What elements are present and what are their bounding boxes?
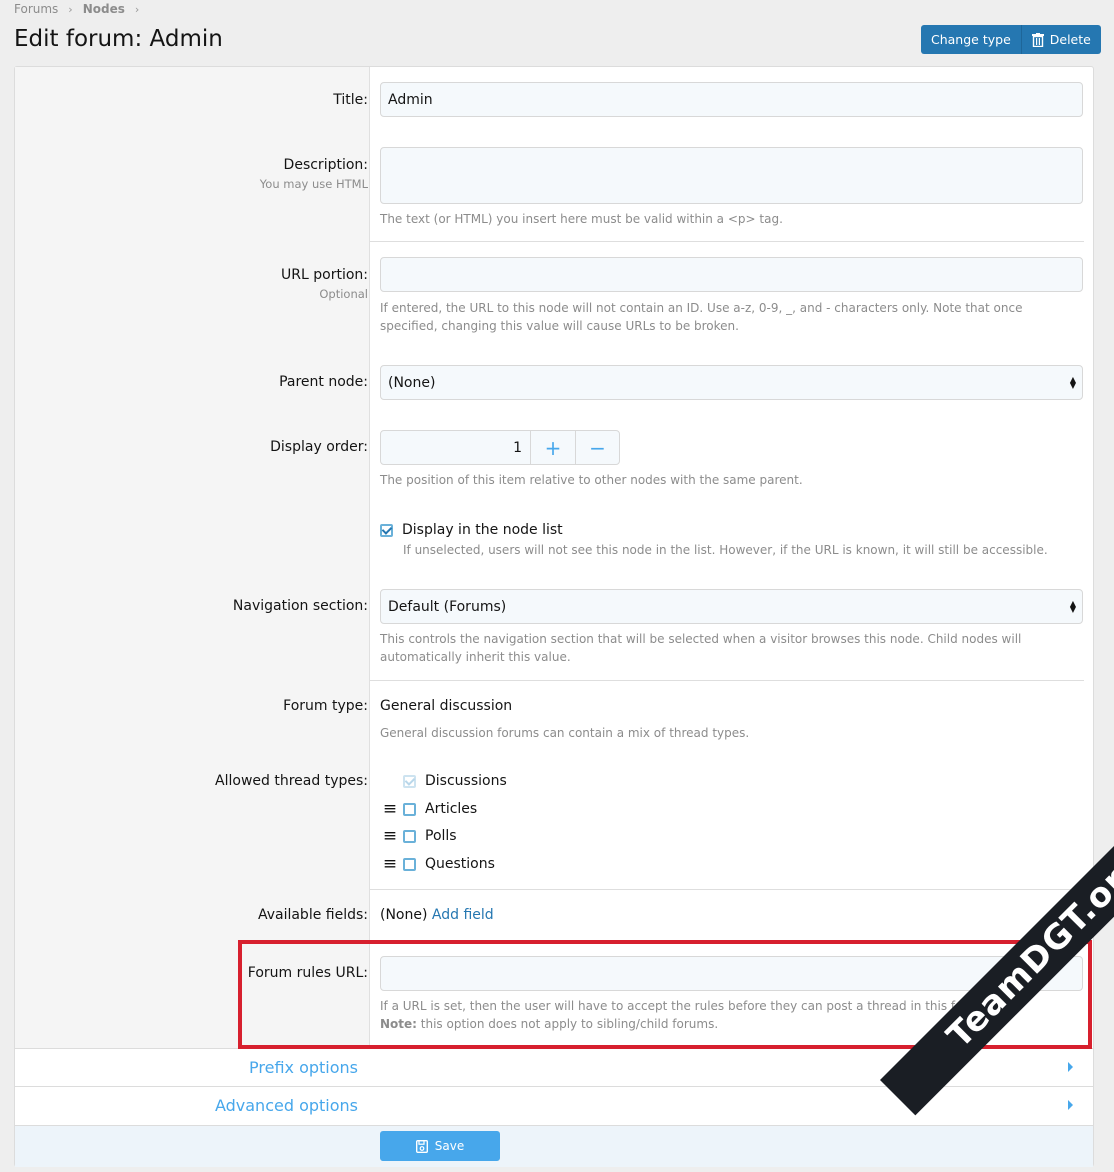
display-order-stepper: 1 + − bbox=[380, 430, 620, 465]
forum-type-label: Forum type: bbox=[283, 698, 368, 714]
breadcrumb-forums[interactable]: Forums bbox=[14, 2, 58, 16]
decrement-button[interactable]: − bbox=[575, 431, 619, 464]
display-in-list-label: Display in the node list bbox=[402, 522, 563, 538]
polls-checkbox[interactable] bbox=[403, 829, 416, 843]
note-label: Note: bbox=[380, 1017, 417, 1031]
thread-type-label: Articles bbox=[425, 801, 478, 817]
forum-type-value: General discussion bbox=[380, 698, 513, 714]
divider bbox=[370, 889, 1084, 890]
navigation-section-explain: This controls the navigation section tha… bbox=[380, 632, 1022, 664]
add-field-link[interactable]: Add field bbox=[432, 907, 494, 923]
prefix-options-label: Prefix options bbox=[249, 1058, 358, 1077]
label-column bbox=[15, 67, 370, 1048]
url-portion-input[interactable] bbox=[380, 257, 1083, 292]
thread-type-discussions: Discussions bbox=[403, 773, 507, 789]
chevron-right-icon: › bbox=[134, 2, 140, 16]
navigation-section-select[interactable]: Default (Forums) ▲ ▼ bbox=[380, 589, 1083, 624]
title-input[interactable]: Admin bbox=[380, 82, 1083, 117]
breadcrumb-nodes[interactable]: Nodes bbox=[83, 2, 125, 16]
select-arrows-icon: ▲ ▼ bbox=[1069, 374, 1076, 390]
thread-type-polls[interactable]: ≡ Polls bbox=[382, 828, 457, 845]
drag-handle-icon[interactable]: ≡ bbox=[382, 856, 398, 873]
note-text: this option does not apply to sibling/ch… bbox=[416, 1017, 719, 1031]
articles-checkbox[interactable] bbox=[403, 802, 416, 816]
description-label: Description: You may use HTML bbox=[28, 157, 368, 191]
display-order-input[interactable]: 1 bbox=[381, 431, 531, 464]
discussions-checkbox bbox=[403, 774, 416, 788]
title-label: Title: bbox=[333, 92, 368, 108]
thread-type-questions[interactable]: ≡ Questions bbox=[382, 856, 495, 873]
divider bbox=[370, 680, 1084, 681]
description-hint: You may use HTML bbox=[259, 177, 368, 191]
available-fields-label: Available fields: bbox=[257, 907, 368, 923]
display-in-list-explain: If unselected, users will not see this n… bbox=[403, 543, 1048, 557]
questions-checkbox[interactable] bbox=[403, 857, 416, 871]
select-arrows-icon: ▲ ▼ bbox=[1069, 598, 1076, 614]
display-in-list-checkbox-row[interactable]: Display in the node list bbox=[380, 522, 563, 538]
available-fields-none: (None) bbox=[380, 907, 428, 923]
breadcrumb: Forums › Nodes › bbox=[14, 0, 139, 18]
action-buttons: Change type Delete bbox=[921, 25, 1101, 54]
change-type-label: Change type bbox=[931, 32, 1011, 47]
save-label: Save bbox=[434, 1139, 465, 1153]
parent-node-select[interactable]: (None) ▲ ▼ bbox=[380, 365, 1083, 400]
display-order-explain: The position of this item relative to ot… bbox=[380, 473, 803, 487]
title-value: Admin bbox=[388, 91, 433, 108]
description-explain: The text (or HTML) you insert here must … bbox=[380, 212, 783, 226]
thread-type-label: Questions bbox=[425, 856, 495, 872]
chevron-right-icon: › bbox=[68, 2, 73, 16]
available-fields-value: (None) Add field bbox=[380, 907, 494, 923]
trash-icon bbox=[1031, 32, 1044, 47]
drag-handle-icon[interactable]: ≡ bbox=[382, 801, 398, 818]
display-order-label: Display order: bbox=[270, 439, 368, 455]
caret-right-icon bbox=[1068, 1100, 1073, 1110]
delete-button[interactable]: Delete bbox=[1020, 25, 1101, 54]
drag-handle-icon[interactable]: ≡ bbox=[382, 828, 398, 845]
change-type-button[interactable]: Change type bbox=[921, 25, 1021, 54]
parent-node-label: Parent node: bbox=[279, 374, 368, 390]
url-portion-label: URL portion: Optional bbox=[28, 267, 368, 301]
divider bbox=[370, 241, 1084, 242]
url-portion-explain: If entered, the URL to this node will no… bbox=[380, 301, 1023, 333]
caret-right-icon bbox=[1068, 1062, 1073, 1072]
thread-type-label: Discussions bbox=[425, 773, 507, 789]
advanced-options-label: Advanced options bbox=[214, 1096, 358, 1115]
increment-button[interactable]: + bbox=[531, 431, 575, 464]
forum-rules-url-explain-text: If a URL is set, then the user will have… bbox=[380, 999, 991, 1013]
url-portion-hint: Optional bbox=[319, 287, 368, 301]
forum-rules-url-label: Forum rules URL: bbox=[247, 965, 368, 981]
allowed-thread-types-label: Allowed thread types: bbox=[215, 773, 368, 789]
description-textarea[interactable] bbox=[380, 147, 1083, 204]
forum-type-explain: General discussion forums can contain a … bbox=[380, 726, 750, 740]
display-in-list-checkbox[interactable] bbox=[380, 523, 393, 537]
navigation-section-value: Default (Forums) bbox=[388, 598, 507, 615]
save-icon bbox=[415, 1139, 428, 1153]
form-footer: Save bbox=[15, 1125, 1093, 1167]
thread-type-articles[interactable]: ≡ Articles bbox=[382, 801, 478, 818]
navigation-section-label: Navigation section: bbox=[232, 598, 368, 614]
save-button[interactable]: Save bbox=[380, 1131, 500, 1161]
edit-forum-form: Title: Admin Description: You may use HTM… bbox=[14, 66, 1094, 1167]
delete-label: Delete bbox=[1049, 32, 1091, 47]
page-title: Edit forum: Admin bbox=[14, 26, 223, 52]
thread-type-label: Polls bbox=[425, 828, 457, 844]
parent-node-value: (None) bbox=[388, 374, 436, 391]
